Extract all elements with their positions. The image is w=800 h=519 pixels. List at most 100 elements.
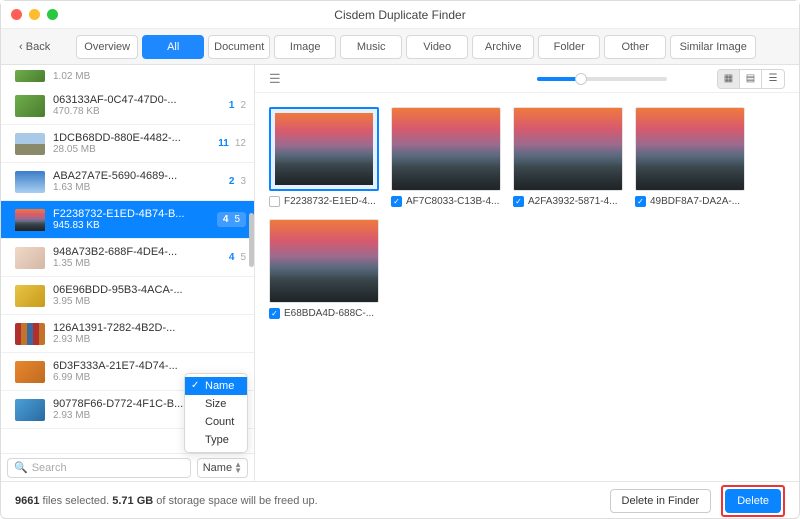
tab-document[interactable]: Document (208, 35, 270, 59)
thumbnail-card[interactable]: ✓AF7C8033-C13B-4... (391, 107, 501, 207)
sort-option-count[interactable]: Count (185, 413, 247, 431)
item-info: F2238732-E1ED-4B74-B...945.83 KB (53, 208, 213, 231)
thumbnail-label: ✓AF7C8033-C13B-4... (391, 196, 501, 207)
delete-in-finder-button[interactable]: Delete in Finder (610, 489, 712, 513)
tab-overview[interactable]: Overview (76, 35, 138, 59)
duplicate-group-item[interactable]: 1.02 MB (1, 65, 254, 87)
search-input[interactable]: 🔍 Search (7, 458, 191, 478)
thumbnail-checkbox[interactable]: ✓ (513, 196, 524, 207)
item-filesize: 1.35 MB (53, 258, 225, 269)
tab-image[interactable]: Image (274, 35, 336, 59)
item-info: 948A73B2-688F-4DE4-...1.35 MB (53, 246, 225, 269)
thumbnail-size-slider[interactable] (537, 77, 667, 81)
item-filesize: 2.93 MB (53, 334, 246, 345)
item-total-count: 5 (240, 252, 246, 263)
main-toolbar: ☰ ▦ ▤ ☰ (255, 65, 799, 93)
item-filename: 06E96BDD-95B3-4ACA-... (53, 284, 246, 296)
item-filesize: 3.95 MB (53, 296, 246, 307)
tab-other[interactable]: Other (604, 35, 666, 59)
thumbnail-label: ✓ E68BDA4D-688C-... (269, 308, 379, 319)
thumbnail-image[interactable] (269, 107, 379, 191)
sort-option-type[interactable]: Type (185, 431, 247, 449)
view-mode-toggle: ▦ ▤ ☰ (717, 69, 785, 89)
tab-music[interactable]: Music (340, 35, 402, 59)
window-controls (11, 9, 58, 20)
view-grid-small-icon[interactable]: ▤ (740, 70, 762, 88)
tab-video[interactable]: Video (406, 35, 468, 59)
thumbnail-image[interactable] (391, 107, 501, 191)
sort-option-size[interactable]: Size (185, 395, 247, 413)
item-info: 1.02 MB (53, 71, 246, 82)
thumbnail-card[interactable]: ✓ A2FA3932-5871-4... (513, 107, 623, 207)
back-button[interactable]: ‹ Back (13, 37, 56, 57)
thumbnail-checkbox[interactable]: ✓ (269, 308, 280, 319)
item-selected-count: 4 (223, 214, 229, 225)
item-counts: 1112 (218, 138, 246, 149)
thumbnail-image[interactable] (635, 107, 745, 191)
delete-button-highlight: Delete (721, 485, 785, 517)
status-text: 9661 files selected. 5.71 GB of storage … (15, 495, 318, 507)
item-filename: 063133AF-0C47-47D0-... (53, 94, 225, 106)
back-label: Back (26, 41, 50, 53)
duplicate-group-item[interactable]: F2238732-E1ED-4B74-B...945.83 KB 45 (1, 201, 254, 239)
item-thumbnail (15, 399, 45, 421)
minimize-icon[interactable] (29, 9, 40, 20)
item-filename: 948A73B2-688F-4DE4-... (53, 246, 225, 258)
item-filename: 126A1391-7282-4B2D-... (53, 322, 246, 334)
size-freed: 5.71 GB (112, 495, 153, 507)
selected-count: 9661 (15, 495, 39, 507)
thumbnail-checkbox[interactable] (269, 196, 280, 207)
item-counts: 45 (217, 212, 246, 227)
tab-folder[interactable]: Folder (538, 35, 600, 59)
sort-menu: NameSizeCountType (184, 373, 248, 453)
zoom-icon[interactable] (47, 9, 58, 20)
status-mid: files selected. (39, 495, 112, 507)
item-filesize: 470.78 KB (53, 106, 225, 117)
thumbnail-label: ✓ A2FA3932-5871-4... (513, 196, 623, 207)
tab-archive[interactable]: Archive (472, 35, 534, 59)
thumbnail-card[interactable]: ✓ E68BDA4D-688C-... (269, 219, 379, 319)
item-info: ABA27A7E-5690-4689-...1.63 MB (53, 170, 225, 193)
item-info: 126A1391-7282-4B2D-...2.93 MB (53, 322, 246, 345)
thumbnail-filename: 49BDF8A7-DA2A-... (650, 196, 745, 207)
thumbnail-image[interactable] (269, 219, 379, 303)
view-list-icon[interactable]: ☰ (762, 70, 784, 88)
thumbnail-checkbox[interactable]: ✓ (391, 196, 402, 207)
view-grid-large-icon[interactable]: ▦ (718, 70, 740, 88)
thumbnail-image[interactable] (513, 107, 623, 191)
search-placeholder: Search (32, 462, 67, 474)
duplicate-group-item[interactable]: 063133AF-0C47-47D0-...470.78 KB12 (1, 87, 254, 125)
search-icon: 🔍 (14, 461, 28, 474)
tab-similar-image[interactable]: Similar Image (670, 35, 756, 59)
duplicate-thumbnail-grid: F2238732-E1ED-4...✓AF7C8033-C13B-4...✓A2… (255, 93, 799, 481)
item-thumbnail (15, 323, 45, 345)
thumbnail-filename: A2FA3932-5871-4... (528, 196, 623, 207)
duplicate-group-item[interactable]: 1DCB68DD-880E-4482-...28.05 MB1112 (1, 125, 254, 163)
duplicate-group-item[interactable]: 06E96BDD-95B3-4ACA-...3.95 MB (1, 277, 254, 315)
sort-option-name[interactable]: Name (185, 377, 247, 395)
thumbnail-filename: E68BDA4D-688C-... (284, 308, 379, 319)
tab-all[interactable]: All (142, 35, 204, 59)
duplicate-group-item[interactable]: ABA27A7E-5690-4689-...1.63 MB 23 (1, 163, 254, 201)
item-thumbnail (15, 209, 45, 231)
duplicate-group-item[interactable]: 126A1391-7282-4B2D-...2.93 MB (1, 315, 254, 353)
item-filesize: 28.05 MB (53, 144, 214, 155)
filter-icon[interactable]: ☰ (269, 71, 281, 87)
thumbnail-checkbox[interactable]: ✓ (635, 196, 646, 207)
thumbnail-card[interactable]: ✓ 49BDF8A7-DA2A-... (635, 107, 745, 207)
sort-button[interactable]: Name ▲▼ (197, 458, 248, 478)
close-icon[interactable] (11, 9, 22, 20)
item-counts: 23 (229, 176, 246, 187)
duplicate-group-item[interactable]: 948A73B2-688F-4DE4-...1.35 MB45 (1, 239, 254, 277)
item-thumbnail (15, 247, 45, 269)
thumbnail-card[interactable]: F2238732-E1ED-4... (269, 107, 379, 207)
item-thumbnail (15, 95, 45, 117)
footer: 9661 files selected. 5.71 GB of storage … (1, 481, 799, 519)
sort-stepper-icon: ▲▼ (234, 462, 242, 474)
titlebar: Cisdem Duplicate Finder (1, 1, 799, 29)
item-total-count: 12 (235, 138, 246, 149)
sidebar-scrollbar[interactable] (249, 65, 254, 421)
item-total-count: 3 (240, 176, 246, 187)
item-selected-count: 1 (229, 100, 235, 111)
delete-button[interactable]: Delete (725, 489, 781, 513)
